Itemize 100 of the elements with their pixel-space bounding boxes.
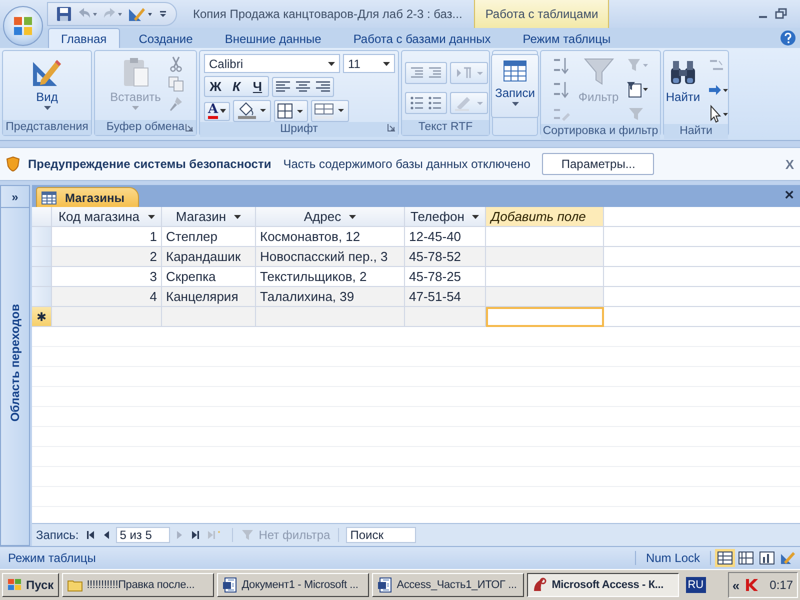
table-cell: Карандашик [162,247,256,267]
datasheet-view-icon[interactable] [715,549,735,567]
column-header[interactable]: Магазин [162,207,256,227]
status-mode: Режим таблицы [8,551,96,565]
search-field[interactable]: Поиск [346,527,416,543]
folder-icon [66,578,83,592]
taskbar-button[interactable]: Документ1 - Microsoft ... [216,573,369,597]
scissors-icon[interactable] [168,56,184,72]
bold-button[interactable]: Ж [205,77,226,96]
advanced-filter-icon[interactable] [626,80,650,100]
key-icon [532,577,548,593]
group-label: Текст RTF [402,120,489,135]
document-tab[interactable]: Магазины [36,187,140,207]
language-indicator[interactable]: RU [686,577,706,593]
table-cell: 2 [52,247,162,267]
taskbar-button[interactable]: Access_Часть1_ИТОГ ... [372,573,524,597]
table-icon [41,190,57,204]
table-cell: Канцелярия [162,287,256,307]
antivirus-icon[interactable] [744,577,760,593]
dropdown-arrow-icon [472,214,480,218]
copy-icon[interactable] [168,76,184,92]
taskbar-button[interactable]: !!!!!!!!!!!Правка после... [62,573,214,597]
design-view-icon[interactable] [778,549,798,567]
view-button[interactable]: Вид [28,54,66,112]
dropdown-arrow-icon [328,62,335,66]
records-button[interactable]: Записи [491,54,539,118]
font-color-button[interactable]: A [204,102,230,120]
group-label: Найти [664,124,728,139]
sort-descending-icon[interactable] [551,80,572,100]
window-title: Копия Продажа канцтоваров-Для лаб 2-3 : баз... [193,7,462,21]
table-cell: 45-78-52 [405,247,486,267]
table-cell: 4 [52,287,162,307]
close-button[interactable]: X [785,156,794,172]
dropdown-arrow-icon [148,214,155,218]
pivot-table-icon[interactable] [736,549,756,567]
help-icon[interactable] [780,30,796,46]
record-position-field[interactable]: 5 из 5 [116,527,170,543]
font-size-field[interactable]: 11 [343,54,395,73]
office-button[interactable] [3,6,43,46]
close-document-button[interactable]: × [784,187,800,205]
decrease-indent-icon[interactable] [405,62,447,84]
brush-icon[interactable] [168,96,184,112]
table-cell: 47-51-54 [405,287,486,307]
num-lock-indicator: Num Lock [634,551,711,565]
start-button[interactable]: Пуск [2,573,59,597]
table-cell: Талалихина, 39 [256,287,405,307]
windows-logo-icon [7,578,23,592]
funnel-icon [240,528,255,542]
table-cell: Новоспасский пер., 3 [256,247,405,267]
clock: 0:17 [770,578,793,592]
dropdown-arrow-icon [383,62,390,66]
save-icon[interactable] [56,6,72,22]
ribbon-tab[interactable]: Режим таблицы [510,28,624,48]
column-header[interactable]: Телефон [405,207,486,227]
list-icon[interactable] [405,92,447,114]
group-label: Сортировка и фильтр [541,124,660,139]
security-warning-message: Часть содержимого базы данных отключено [283,157,530,171]
column-header[interactable]: Адрес [256,207,405,227]
sort-ascending-icon[interactable] [551,56,572,76]
options-button[interactable]: Параметры... [542,153,654,175]
record-label: Запись: [36,528,79,542]
show-hidden-icons-button[interactable]: « [732,578,740,592]
shield-icon [6,156,20,172]
dropdown-arrow-icon [234,214,242,218]
dialog-launcher-icon[interactable] [185,123,194,132]
find-button[interactable]: Найти [662,54,704,106]
ribbon-tab[interactable]: Работа с базами данных [340,28,504,48]
group-label: Шрифт [200,122,398,137]
security-warning-title: Предупреждение системы безопасности [28,157,272,171]
ribbon-tab[interactable]: Внешние данные [212,28,334,48]
dropdown-arrow-icon [220,109,226,113]
table-icon [502,58,528,84]
document-icon [222,577,238,593]
taskbar-button[interactable]: Microsoft Access - К... [526,573,679,597]
font-name-field[interactable]: Calibri [204,54,340,73]
add-field-header[interactable]: Добавить поле [486,207,604,227]
pivot-chart-icon[interactable] [757,549,777,567]
dialog-launcher-icon[interactable] [387,123,396,132]
column-header[interactable]: Код магазина [52,207,162,227]
expand-pane-button[interactable]: » [1,186,29,208]
dropdown-arrow-icon [132,106,139,110]
navigation-pane-title[interactable]: Область переходов [8,304,22,422]
group-label: Представления [3,120,91,135]
paragraph-mark-icon[interactable] [450,62,488,84]
dropdown-arrow-icon [349,214,356,218]
grid-icon[interactable] [274,100,308,122]
gridlines-color-icon[interactable] [311,100,350,122]
ribbon-tab[interactable]: Создание [126,28,206,48]
ribbon-tab[interactable]: Главная [48,28,120,48]
restore-icon[interactable] [774,7,788,21]
italic-button[interactable]: К [226,77,247,96]
fill-bucket-icon[interactable] [233,100,272,122]
funnel-icon [582,56,614,88]
office-logo-icon [12,15,34,37]
contextual-tab-label: Работа с таблицами [474,0,610,28]
dropdown-arrow-icon [512,102,518,106]
underline-button[interactable]: Ч [247,77,268,96]
ruler-pencil-icon[interactable] [128,5,154,23]
dropdown-arrow-icon [44,106,50,110]
group-label: Буфер обмена [95,120,196,135]
